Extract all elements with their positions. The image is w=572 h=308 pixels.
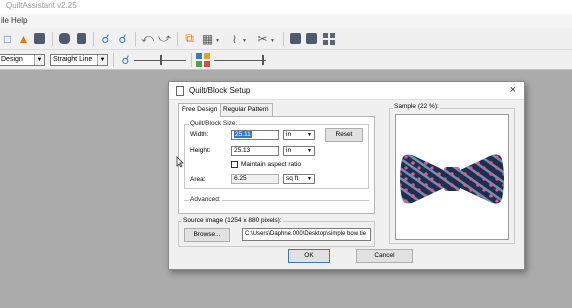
chevron-down-icon: ▼ [34,55,44,65]
app-title: QuiltAssistant v2.25 [6,1,77,10]
menu-file[interactable]: ile [1,16,9,25]
height-unit-select[interactable]: in ▼ [283,146,315,156]
layout-icon[interactable] [288,31,303,46]
grid-icon[interactable]: ▦ ▼ [200,31,220,46]
quilt-block-setup-dialog: Quilt/Block Setup × Free Design Regular … [168,81,525,270]
bow-tie [400,154,504,204]
source-path-field[interactable]: C:\Users\Daphne.000\Desktop\simple bow t… [242,228,371,241]
opacity-slider-track[interactable] [214,60,266,61]
cancel-button[interactable]: Cancel [356,249,413,263]
redo-icon[interactable]: ⤻ [157,31,172,46]
pages-icon[interactable] [304,31,319,46]
menu-bar: ile Help [0,14,572,28]
dialog-titlebar: Quilt/Block Setup × [169,82,524,100]
area-value: 6.25 [231,174,279,184]
tab-panel: Quilt/Block Size: Width: 25.11 in ▼ Rese… [178,116,375,214]
dialog-title: Quilt/Block Setup [189,86,251,95]
aspect-ratio-label: Maintain aspect ratio [241,161,301,168]
mode-select[interactable]: Design ▼ [0,54,45,66]
document-icon [176,86,184,96]
chevron-down-icon: ▼ [307,176,312,182]
print-icon[interactable] [57,31,72,46]
area-unit-select[interactable]: sq ft ▼ [283,174,315,184]
copy-icon[interactable] [74,31,89,46]
width-label: Width: [190,131,209,138]
height-label: Height: [190,147,211,154]
browse-button[interactable]: Browse... [184,228,230,242]
aspect-ratio-checkbox[interactable] [231,161,238,168]
width-input[interactable]: 25.11 [231,130,279,140]
color-palette-icon[interactable] [196,53,210,67]
mouse-cursor-icon [176,156,184,168]
height-unit-value: in [286,147,292,154]
tab-free-design[interactable]: Free Design [178,103,222,117]
zoom-slider-thumb[interactable] [160,55,162,65]
area-unit-value: sq ft [286,175,299,182]
undo-icon[interactable]: ⤺ [140,31,155,46]
secondary-toolbar: Design ▼ Straight Line ▼ ☌ [0,50,572,70]
sample-preview [395,114,509,240]
quilt-block-icon[interactable]: ⧉ [182,31,197,46]
app-titlebar: QuiltAssistant v2.25 [0,0,572,14]
sample-label: Sample (22 %): [393,103,440,110]
line-style-select-value: Straight Line [53,56,93,63]
line-style-select[interactable]: Straight Line ▼ [50,54,108,66]
chevron-down-icon: ▼ [307,148,312,154]
save-icon[interactable] [32,31,47,46]
seam-icon[interactable]: ≀ ▼ [227,31,247,46]
chevron-down-icon: ▼ [97,55,107,65]
main-toolbar: □ ▲ ☌ ☌ ⤺ ⤻ ⧉ ▦ ▼ ≀ ▼ ✂ ▼ [0,28,572,50]
opacity-slider-thumb[interactable] [262,55,264,65]
width-unit-value: in [286,131,292,138]
width-value: 25.11 [234,131,252,138]
height-input[interactable]: 25.13 [231,146,279,156]
size-group-label: Quilt/Block Size: [189,120,239,127]
zoom-out-icon[interactable]: ☌ [115,31,130,46]
area-label: Area: [190,176,206,183]
mode-select-value: Design [1,56,23,63]
advanced-label[interactable]: Advanced: [189,196,222,203]
source-image-label: Source image (1254 x 880 pixels): [182,217,283,224]
open-folder-icon[interactable]: ▲ [16,31,31,46]
palette-icon[interactable] [321,31,336,46]
zoom-icon[interactable]: ☌ [118,52,133,67]
reset-button[interactable]: Reset [325,128,363,142]
ok-button[interactable]: OK [288,249,330,263]
tab-regular-pattern[interactable]: Regular Pattern [219,103,273,116]
width-unit-select[interactable]: in ▼ [283,130,315,140]
close-icon[interactable]: × [510,84,516,96]
chevron-down-icon: ▼ [307,132,312,138]
cut-icon[interactable]: ✂ ▼ [255,31,275,46]
menu-help[interactable]: Help [11,16,27,25]
bow-tie-image [400,154,504,204]
new-file-icon[interactable]: □ [0,31,15,46]
zoom-in-icon[interactable]: ☌ [98,31,113,46]
